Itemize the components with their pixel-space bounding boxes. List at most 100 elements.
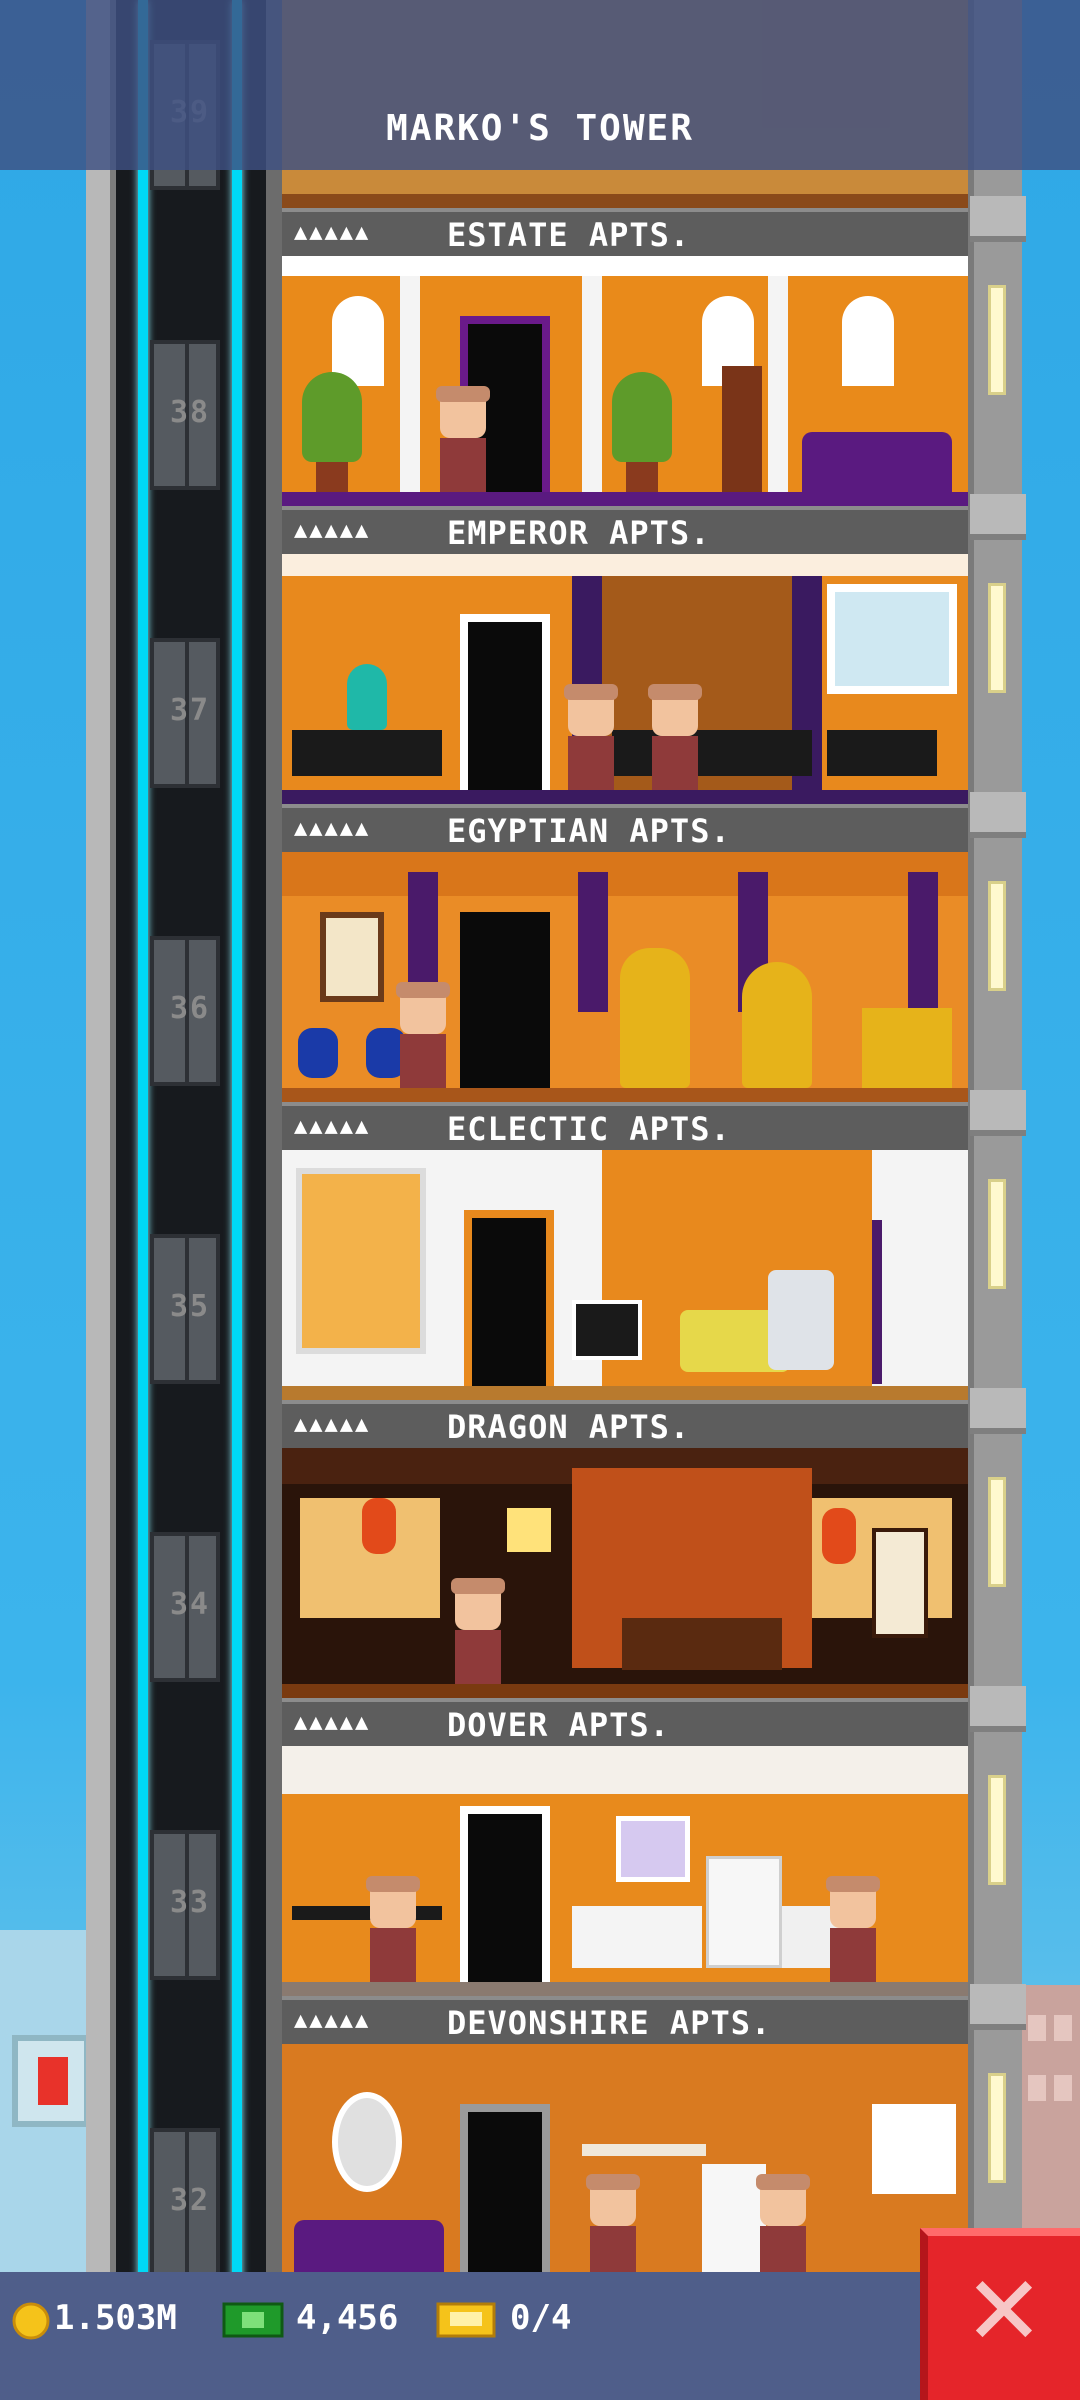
floor-37-floorline	[282, 790, 968, 804]
floor-34[interactable]: ▲▲▲▲▲ DRAGON APTS.	[282, 1400, 968, 1698]
scroll	[872, 1528, 928, 1638]
floor-34-sign: ▲▲▲▲▲ DRAGON APTS.	[282, 1400, 968, 1448]
column	[768, 276, 788, 492]
floor-number-35: 35	[169, 1289, 211, 1324]
paper-lantern	[822, 1508, 856, 1564]
resident[interactable]	[582, 2174, 642, 2280]
resident[interactable]	[644, 684, 704, 790]
floor-33-name: DOVER APTS.	[447, 1706, 670, 1744]
television	[572, 1300, 642, 1360]
apartment-door[interactable]	[460, 1806, 550, 1982]
window	[827, 584, 957, 694]
fries-graphic	[38, 2057, 68, 2105]
floor-34-floorline	[282, 1684, 968, 1698]
side-table	[292, 730, 442, 776]
floor-38-name: ESTATE APTS.	[447, 216, 691, 254]
ceiling	[282, 1746, 968, 1794]
building-window	[1028, 2015, 1046, 2041]
floor-number-38: 38	[169, 395, 211, 430]
floor-36[interactable]: ▲▲▲▲▲ EGYPTIAN APTS.	[282, 804, 968, 1102]
wall-shelf	[582, 2144, 706, 2156]
floor-35[interactable]: ▲▲▲▲▲ ECLECTIC APTS.	[282, 1102, 968, 1400]
floor-38[interactable]: ▲▲▲▲▲ ESTATE APTS.	[282, 208, 968, 506]
floor-lamp	[872, 1220, 882, 1384]
floor-37-stars: ▲▲▲▲▲	[294, 518, 371, 543]
floor-32-stars: ▲▲▲▲▲	[294, 2008, 371, 2033]
arched-window	[842, 296, 894, 386]
wall-bracket	[970, 1388, 1026, 1434]
ceiling-trim	[282, 554, 968, 576]
resident[interactable]	[822, 1876, 882, 1982]
wall-bracket	[970, 1686, 1026, 1732]
wall-light	[988, 881, 1006, 991]
apartment-door[interactable]	[460, 2104, 550, 2280]
floor-36-stars: ▲▲▲▲▲	[294, 816, 371, 841]
bux-value: 4,456	[296, 2298, 399, 2338]
floor-34-room	[282, 1448, 968, 1698]
oval-mirror	[332, 2092, 402, 2192]
floor-36-floorline	[282, 1088, 968, 1102]
close-button[interactable]: ✕	[920, 2228, 1080, 2400]
wall-light	[988, 1775, 1006, 1885]
floor-32-room	[282, 2044, 968, 2294]
bookshelf	[722, 366, 762, 492]
wall-light	[988, 2073, 1006, 2183]
floor-number-33: 33	[169, 1885, 211, 1920]
floor-35-room	[282, 1150, 968, 1400]
hieroglyph-frieze	[282, 852, 968, 896]
golden-chest	[862, 1008, 952, 1088]
floor-33-sign: ▲▲▲▲▲ DOVER APTS.	[282, 1698, 968, 1746]
elevator-rail-right	[232, 0, 242, 2400]
resident[interactable]	[752, 2174, 812, 2280]
resident[interactable]	[447, 1578, 507, 1684]
tower-right-wall	[966, 0, 1026, 2400]
apartment-door[interactable]	[460, 912, 550, 1088]
shaft-divider	[266, 0, 282, 2400]
floor-35-name: ECLECTIC APTS.	[447, 1110, 731, 1148]
building-window	[1054, 2075, 1072, 2101]
floor-number-37: 37	[169, 693, 211, 728]
apartment-door[interactable]	[464, 1210, 554, 1386]
resident[interactable]	[432, 386, 492, 492]
window	[872, 2104, 956, 2194]
floor-38-stars: ▲▲▲▲▲	[294, 220, 371, 245]
floor-32-sign: ▲▲▲▲▲ DEVONSHIRE APTS.	[282, 1996, 968, 2044]
wall-bracket	[970, 494, 1026, 540]
floor-37[interactable]: ▲▲▲▲▲ EMPEROR APTS.	[282, 506, 968, 804]
building-window	[1054, 2015, 1072, 2041]
floor-34-name: DRAGON APTS.	[447, 1408, 691, 1446]
floor-number-34: 34	[169, 1587, 211, 1622]
floor-38-floorline	[282, 492, 968, 506]
wall-bracket	[970, 792, 1026, 838]
side-table	[827, 730, 937, 776]
tower-left-wall	[86, 0, 116, 2400]
close-icon: ✕	[963, 2255, 1045, 2367]
resident[interactable]	[560, 684, 620, 790]
floor-38-sign: ▲▲▲▲▲ ESTATE APTS.	[282, 208, 968, 256]
sofa	[294, 2220, 444, 2280]
wall-light	[988, 1477, 1006, 1587]
floor-36-room	[282, 852, 968, 1102]
floor-number-32: 32	[169, 2183, 211, 2218]
wall-bracket	[970, 196, 1026, 242]
floor-37-sign: ▲▲▲▲▲ EMPEROR APTS.	[282, 506, 968, 554]
ticket-icon	[436, 2302, 496, 2347]
floor-33[interactable]: ▲▲▲▲▲ DOVER APTS.	[282, 1698, 968, 1996]
bux-icon	[222, 2302, 284, 2347]
floor-35-stars: ▲▲▲▲▲	[294, 1114, 371, 1139]
resident[interactable]	[392, 982, 452, 1088]
floor-35-floorline	[282, 1386, 968, 1400]
golden-throne	[620, 948, 690, 1088]
apartment-door[interactable]	[460, 614, 550, 790]
wall-light	[988, 1179, 1006, 1289]
background-billboard	[12, 2035, 90, 2127]
vase	[347, 664, 387, 730]
coin-icon	[12, 2302, 50, 2349]
bed	[622, 1618, 782, 1670]
floor-32[interactable]: ▲▲▲▲▲ DEVONSHIRE APTS.	[282, 1996, 968, 2294]
golden-mirror	[742, 962, 812, 1088]
wall-light	[988, 583, 1006, 693]
resident[interactable]	[362, 1876, 422, 1982]
coins-value: 1.503M	[54, 2298, 177, 2338]
paper-lantern	[362, 1498, 396, 1554]
